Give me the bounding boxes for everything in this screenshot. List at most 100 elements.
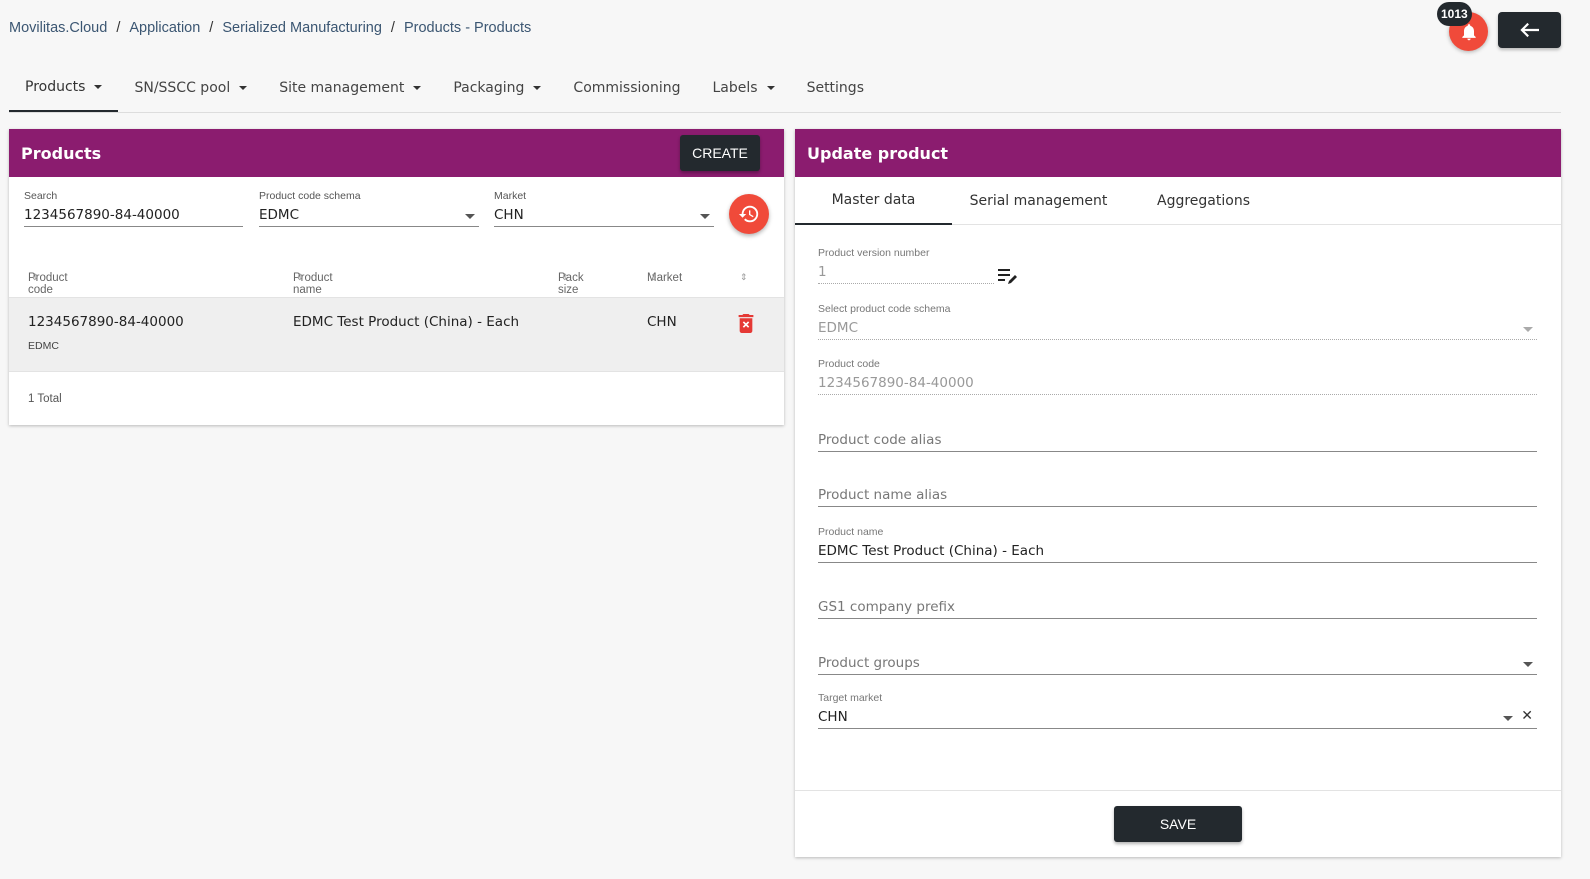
field-label: Product name	[818, 526, 884, 538]
gs1-company-prefix-input[interactable]: GS1 company prefix	[818, 599, 1537, 619]
caret-down-icon	[413, 86, 422, 90]
breadcrumb-serialized-manufacturing[interactable]: Serialized Manufacturing	[222, 20, 382, 36]
nav-label: Settings	[806, 80, 864, 96]
sort-icon: ⇕	[31, 272, 39, 282]
product-name-alias-input[interactable]: Product name alias	[818, 487, 1537, 507]
reset-filters-button[interactable]	[729, 194, 769, 234]
product-name-input[interactable]: EDMC Test Product (China) - Each	[818, 543, 1537, 563]
nav-label: SN/SSCC pool	[134, 80, 231, 96]
caret-down-icon	[533, 86, 542, 90]
nav-sn-sscc-pool[interactable]: SN/SSCC pool	[118, 64, 263, 112]
product-code-field: Product code 1234567890-84-40000	[818, 358, 1537, 395]
nav-packaging[interactable]: Packaging	[437, 64, 557, 112]
products-card-title: Products	[21, 143, 102, 163]
nav-products[interactable]: Products	[9, 64, 119, 112]
tab-master-data[interactable]: Master data	[795, 177, 952, 225]
product-version-field: Product version number 1	[818, 247, 994, 284]
selected-value: CHN	[494, 207, 524, 223]
sort-icon: ⇕	[296, 272, 304, 282]
market-label: Market	[494, 190, 527, 202]
caret-down-icon	[94, 85, 103, 89]
market-select[interactable]: Market CHN	[494, 190, 714, 227]
breadcrumb: Movilitas.Cloud / Application / Serializ…	[9, 20, 531, 36]
breadcrumb-separator: /	[116, 20, 121, 36]
dropdown-arrow-icon	[1503, 716, 1513, 721]
breadcrumb-products[interactable]: Products - Products	[404, 20, 531, 36]
arrow-left-icon	[1519, 22, 1539, 38]
breadcrumb-separator: /	[390, 20, 395, 36]
dropdown-arrow-icon	[465, 214, 475, 219]
notification-count-badge: 1013	[1437, 2, 1472, 26]
nav-labels[interactable]: Labels	[697, 64, 791, 112]
tab-serial-management[interactable]: Serial management	[952, 177, 1125, 225]
clear-icon[interactable]: ✕	[1521, 708, 1533, 724]
selected-value: EDMC	[259, 207, 299, 223]
trash-icon	[738, 314, 754, 333]
nav-label: Commissioning	[573, 80, 681, 96]
search-label: Search	[24, 190, 58, 202]
market-value[interactable]: CHN	[494, 207, 714, 227]
product-code-schema-field: Select product code schema EDMC	[818, 303, 1537, 340]
field-label: Target market	[818, 692, 883, 704]
main-nav: Products SN/SSCC pool Site management Pa…	[9, 64, 1561, 113]
create-button[interactable]: CREATE	[680, 135, 760, 171]
nav-settings[interactable]: Settings	[791, 64, 880, 112]
product-name-alias-field[interactable]: Product name alias	[818, 487, 1537, 507]
product-groups-field[interactable]: Product groups	[818, 655, 1537, 675]
dropdown-arrow-icon	[700, 214, 710, 219]
row-product-code: 1234567890-84-40000	[28, 314, 184, 330]
sort-icon: ⇕	[561, 272, 569, 282]
caret-down-icon	[239, 86, 248, 90]
search-field[interactable]: Search 1234567890-84-40000	[24, 190, 243, 227]
selected-value: EDMC	[818, 320, 858, 336]
product-code-input: 1234567890-84-40000	[818, 375, 1537, 395]
nav-commissioning[interactable]: Commissioning	[557, 64, 696, 112]
edit-list-icon	[998, 269, 1017, 284]
nav-label: Site management	[279, 80, 405, 96]
delete-button[interactable]	[738, 314, 754, 337]
gs1-company-prefix-field[interactable]: GS1 company prefix	[818, 599, 1537, 619]
search-input[interactable]: 1234567890-84-40000	[24, 207, 243, 227]
row-product-name: EDMC Test Product (China) - Each	[293, 314, 520, 330]
caret-down-icon	[766, 86, 775, 90]
product-code-schema-label: Product code schema	[259, 190, 361, 202]
nav-site-management[interactable]: Site management	[263, 64, 437, 112]
field-label: Product code	[818, 358, 880, 370]
sort-icon: ⇕	[650, 272, 658, 282]
row-market: CHN	[647, 314, 677, 330]
product-code-alias-input[interactable]: Product code alias	[818, 432, 1537, 452]
breadcrumb-movilitas[interactable]: Movilitas.Cloud	[9, 20, 107, 36]
product-version-input: 1	[818, 264, 994, 284]
selected-value: CHN	[818, 709, 848, 725]
target-market-field[interactable]: Target market CHN ✕	[818, 692, 1537, 729]
tab-aggregations[interactable]: Aggregations	[1125, 177, 1282, 225]
product-code-schema-value[interactable]: EDMC	[259, 207, 479, 227]
update-card-header: Update product	[795, 129, 1561, 177]
dropdown-arrow-icon	[1523, 327, 1533, 332]
product-code-schema-input: EDMC	[818, 320, 1537, 340]
product-code-schema-select[interactable]: Product code schema EDMC	[259, 190, 479, 227]
table-row[interactable]: 1234567890-84-40000 EDMC EDMC Test Produ…	[9, 298, 784, 372]
dropdown-arrow-icon	[1523, 662, 1533, 667]
product-groups-select[interactable]: Product groups	[818, 655, 1537, 675]
footer-divider	[795, 790, 1561, 791]
placeholder: Product groups	[818, 655, 920, 671]
product-code-alias-field[interactable]: Product code alias	[818, 432, 1537, 452]
field-label: Select product code schema	[818, 303, 951, 315]
target-market-select[interactable]: CHN ✕	[818, 708, 1537, 729]
products-card-header: Products CREATE	[9, 129, 784, 177]
save-button[interactable]: SAVE	[1114, 806, 1242, 842]
nav-label: Products	[25, 79, 86, 95]
back-button[interactable]	[1498, 12, 1561, 48]
breadcrumb-application[interactable]: Application	[129, 20, 200, 36]
update-card-title: Update product	[807, 143, 949, 163]
update-tabs: Master data Serial management Aggregatio…	[795, 177, 1561, 225]
breadcrumb-separator: /	[209, 20, 214, 36]
product-name-field[interactable]: Product name EDMC Test Product (China) -…	[818, 526, 1537, 563]
nav-label: Packaging	[453, 80, 525, 96]
history-icon	[738, 205, 759, 223]
table-header: Product code ⇕ Product name ⇕ Pack size ⇕ M…	[9, 260, 784, 298]
edit-version-button[interactable]	[997, 267, 1019, 291]
nav-label: Labels	[712, 80, 758, 96]
row-schema: EDMC	[28, 340, 59, 352]
